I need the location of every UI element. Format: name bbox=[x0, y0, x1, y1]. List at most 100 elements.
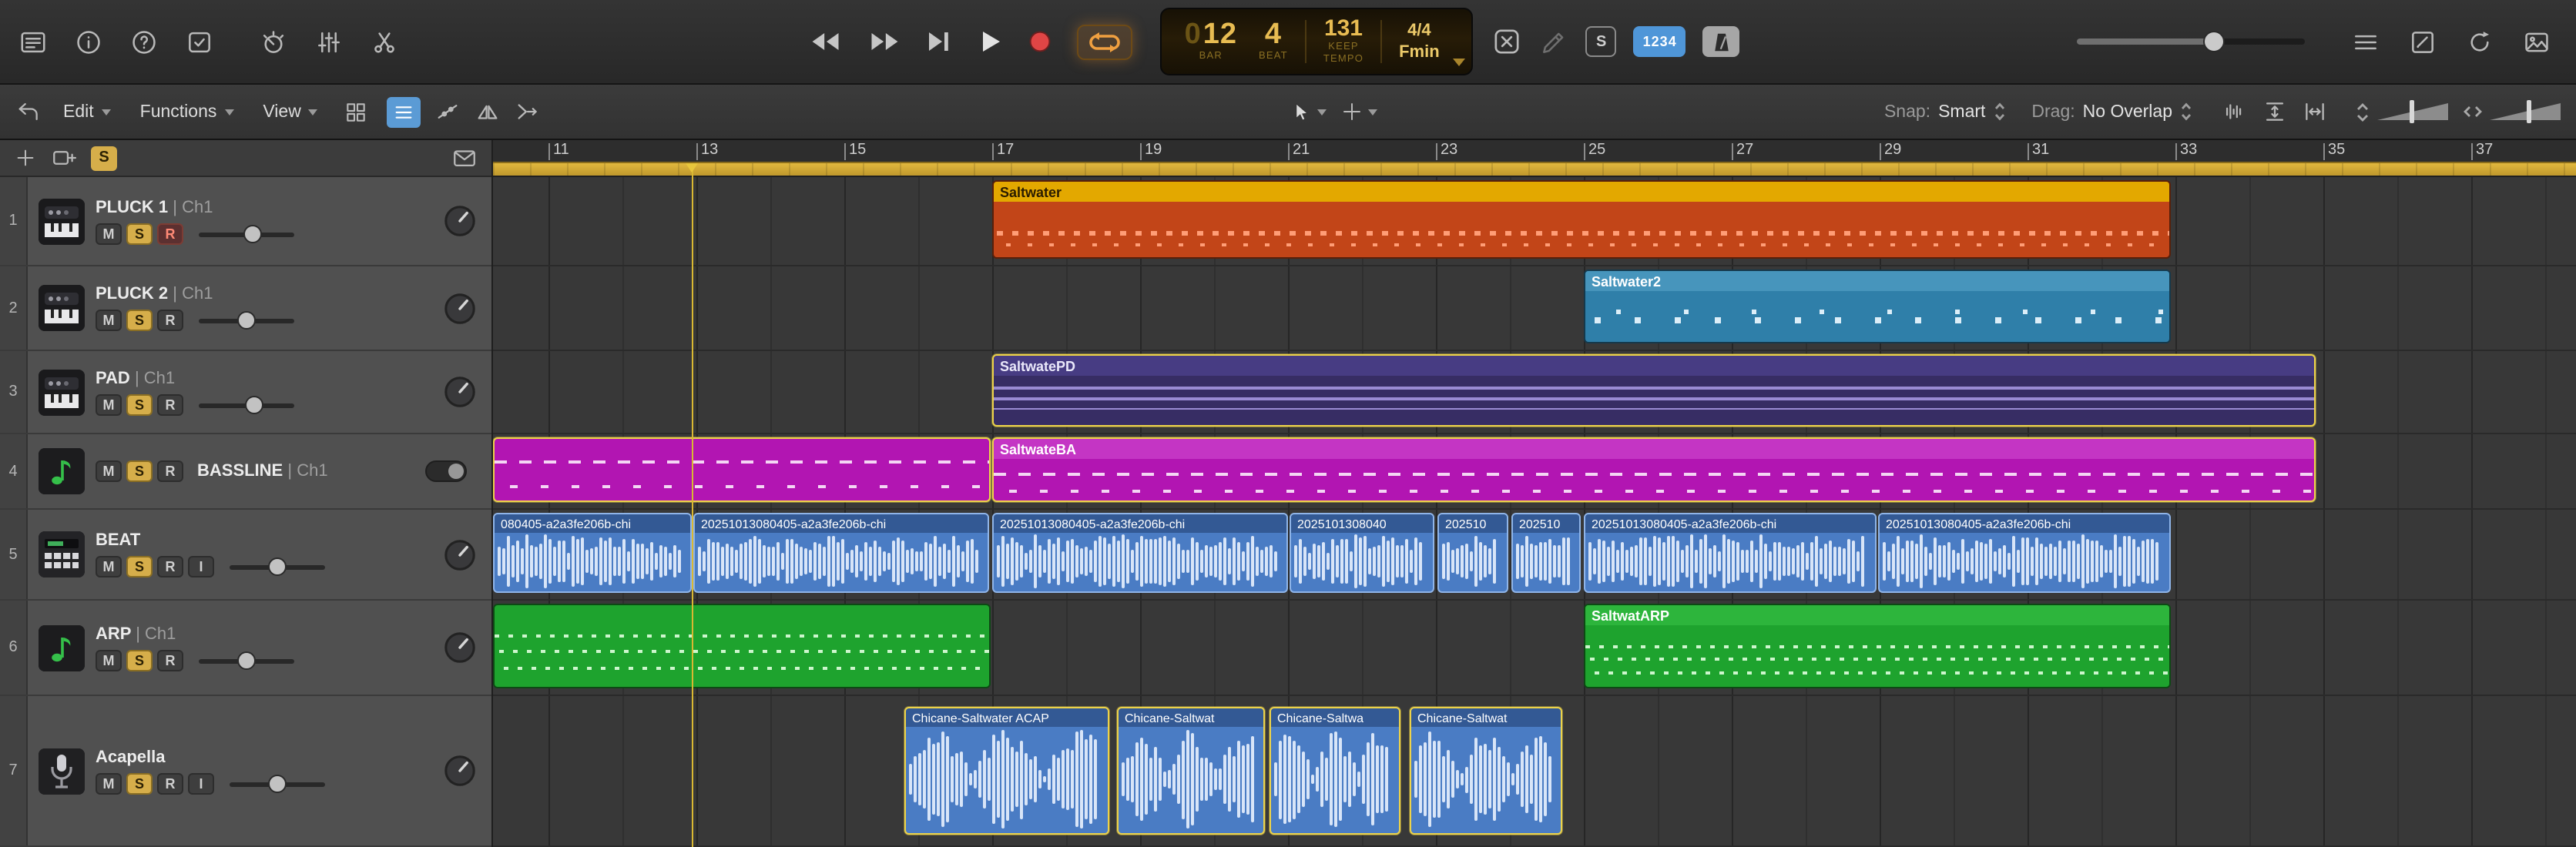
solo-button[interactable]: S bbox=[126, 223, 153, 244]
track-alternatives-button[interactable] bbox=[451, 145, 478, 171]
duplicate-track-button[interactable] bbox=[51, 145, 77, 171]
goto-end-button[interactable] bbox=[926, 29, 954, 54]
cycle-range[interactable] bbox=[493, 162, 2576, 176]
solo-button[interactable]: S bbox=[126, 393, 153, 415]
region-chicane-saltwat[interactable]: Chicane-Saltwat bbox=[1117, 707, 1265, 835]
solo-button[interactable]: S bbox=[126, 310, 153, 331]
lcd-display[interactable]: 012 BAR 4 BEAT 131 KEEP TEMPO 4/4 Fmin bbox=[1160, 8, 1474, 75]
region-saltwatarp[interactable]: SaltwatARP bbox=[1584, 604, 2171, 688]
input-monitor-button[interactable]: I bbox=[188, 556, 214, 578]
left-click-tool-button[interactable] bbox=[1289, 99, 1326, 124]
mute-button[interactable]: M bbox=[96, 772, 122, 794]
apple-loops-button[interactable] bbox=[2465, 27, 2494, 56]
region-clip[interactable] bbox=[493, 437, 991, 502]
mute-button[interactable]: M bbox=[96, 649, 122, 671]
region-chicane-saltwa[interactable]: Chicane-Saltwa bbox=[1270, 707, 1400, 835]
track-volume-slider[interactable] bbox=[199, 311, 294, 330]
mute-button[interactable]: M bbox=[96, 556, 122, 578]
region-saltwater[interactable]: Saltwater bbox=[992, 180, 2171, 259]
slider-thumb[interactable] bbox=[243, 224, 261, 243]
view-menu[interactable]: View bbox=[255, 102, 325, 121]
functions-menu[interactable]: Functions bbox=[132, 102, 242, 121]
track-header-pluck-1[interactable]: 1PLUCK 1 | Ch1MSR bbox=[0, 177, 491, 266]
region-20251013080405-a2a3fe206b-chi[interactable]: 20251013080405-a2a3fe206b-chi bbox=[693, 513, 989, 593]
lcd-chevron-icon[interactable] bbox=[1454, 59, 1466, 66]
vertical-zoom-slider[interactable] bbox=[2354, 101, 2448, 122]
track-volume-slider[interactable] bbox=[230, 557, 325, 576]
mixer-button[interactable] bbox=[314, 27, 344, 56]
region-chicane-saltwater-acap[interactable]: Chicane-Saltwater ACAP bbox=[904, 707, 1109, 835]
smart-controls-button[interactable] bbox=[259, 27, 288, 56]
record-arm-button[interactable]: R bbox=[157, 393, 183, 415]
list-editors-button[interactable] bbox=[2351, 27, 2380, 56]
vertical-auto-zoom-button[interactable] bbox=[2262, 99, 2288, 125]
pan-knob[interactable] bbox=[442, 537, 478, 572]
track-header-beat[interactable]: 5BEAT MSRI bbox=[0, 510, 491, 601]
snap-dropdown[interactable]: Snap: Smart bbox=[1884, 102, 2005, 122]
region-20251013080405-a2a3fe206b-chi[interactable]: 20251013080405-a2a3fe206b-chi bbox=[1878, 513, 2171, 593]
list-view-button[interactable] bbox=[387, 96, 421, 127]
record-arm-button[interactable]: R bbox=[157, 460, 183, 482]
record-arm-button[interactable]: R bbox=[157, 649, 183, 671]
region-saltwateba[interactable]: SaltwateBA bbox=[992, 437, 2316, 502]
inspector-button[interactable] bbox=[74, 27, 103, 56]
solo-button[interactable]: S bbox=[126, 460, 153, 482]
master-volume-slider[interactable] bbox=[2077, 29, 2305, 54]
play-button[interactable] bbox=[978, 29, 1003, 54]
autopunch-button[interactable] bbox=[1492, 26, 1523, 57]
slider-thumb[interactable] bbox=[268, 774, 287, 792]
record-arm-button[interactable]: R bbox=[157, 310, 183, 331]
pan-knob[interactable] bbox=[442, 630, 478, 665]
pan-knob[interactable] bbox=[442, 753, 478, 788]
add-track-button[interactable] bbox=[14, 146, 37, 169]
region-202510[interactable]: 202510 bbox=[1437, 513, 1508, 593]
toolbar-config-button[interactable] bbox=[185, 27, 214, 56]
record-arm-button[interactable]: R bbox=[157, 556, 183, 578]
slider-thumb[interactable] bbox=[237, 311, 256, 330]
region-clip[interactable] bbox=[493, 604, 991, 688]
region-20251013080405-a2a3fe206b-chi[interactable]: 20251013080405-a2a3fe206b-chi bbox=[992, 513, 1288, 593]
library-button[interactable] bbox=[18, 27, 48, 56]
rewind-button[interactable] bbox=[809, 29, 843, 54]
automation-button[interactable] bbox=[435, 99, 461, 125]
track-header-arp[interactable]: 6ARP | Ch1MSR bbox=[0, 601, 491, 696]
drag-dropdown[interactable]: Drag: No Overlap bbox=[2031, 102, 2192, 122]
playhead[interactable] bbox=[692, 163, 693, 847]
pan-knob[interactable] bbox=[442, 203, 478, 239]
region-202510[interactable]: 202510 bbox=[1511, 513, 1581, 593]
region-saltwater2[interactable]: Saltwater2 bbox=[1584, 270, 2171, 343]
edit-menu[interactable]: Edit bbox=[55, 102, 119, 121]
solo-button[interactable]: S bbox=[126, 649, 153, 671]
metronome-button[interactable] bbox=[1703, 26, 1740, 57]
lcd-signature[interactable]: 4/4 Fmin bbox=[1388, 12, 1451, 71]
grid-view-button[interactable] bbox=[340, 96, 374, 127]
record-arm-button[interactable]: R bbox=[157, 223, 183, 244]
zoom-thumb[interactable] bbox=[2410, 100, 2414, 123]
zoom-thumb[interactable] bbox=[2527, 100, 2531, 123]
mute-button[interactable]: M bbox=[96, 310, 122, 331]
track-header-bassline[interactable]: 4MSRBASSLINE | Ch1 bbox=[0, 434, 491, 510]
track-volume-slider[interactable] bbox=[199, 651, 294, 669]
region-080405-a2a3fe206b-chi[interactable]: 080405-a2a3fe206b-chi bbox=[493, 513, 692, 593]
track-header-pluck-2[interactable]: 2PLUCK 2 | Ch1MSR bbox=[0, 266, 491, 351]
power-toggle[interactable] bbox=[425, 460, 467, 482]
horizontal-zoom-slider[interactable] bbox=[2462, 103, 2561, 120]
record-arm-button[interactable]: R bbox=[157, 772, 183, 794]
bar-ruler[interactable]: 1113151719212325272931333537 bbox=[493, 140, 2576, 177]
track-volume-slider[interactable] bbox=[199, 395, 294, 413]
global-solo-button[interactable]: S bbox=[91, 146, 117, 170]
slider-thumb[interactable] bbox=[237, 651, 256, 669]
input-monitor-button[interactable]: I bbox=[188, 772, 214, 794]
crossfade-button[interactable] bbox=[475, 99, 501, 125]
browsers-button[interactable] bbox=[2522, 27, 2551, 56]
slider-thumb[interactable] bbox=[245, 395, 263, 413]
forward-button[interactable] bbox=[867, 29, 901, 54]
quick-help-button[interactable] bbox=[129, 27, 159, 56]
command-click-tool-button[interactable] bbox=[1340, 100, 1377, 123]
slider-thumb[interactable] bbox=[268, 557, 287, 576]
cycle-button[interactable] bbox=[1077, 24, 1132, 59]
region-chicane-saltwat[interactable]: Chicane-Saltwat bbox=[1410, 707, 1562, 835]
solo-mode-button[interactable]: S bbox=[1586, 26, 1617, 57]
note-pads-button[interactable] bbox=[2408, 27, 2437, 56]
solo-button[interactable]: S bbox=[126, 772, 153, 794]
